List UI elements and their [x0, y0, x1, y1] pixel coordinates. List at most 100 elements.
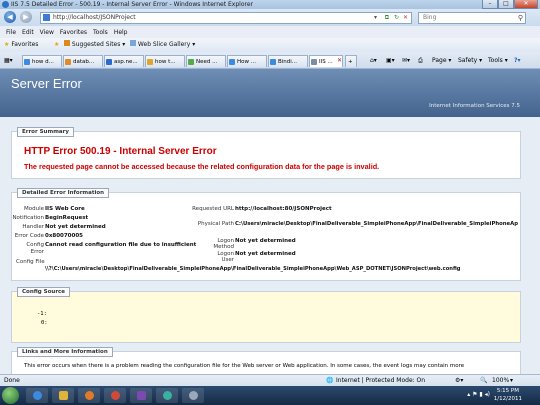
detail-key: Config Error: [26, 242, 44, 255]
address-bar[interactable]: http://localhost/JSONProject ▾ ⧉ ↻ ✕: [40, 12, 412, 24]
detail-value: Cannot read configuration file due to in…: [45, 242, 197, 248]
feeds-icon[interactable]: ▣▾: [386, 55, 395, 67]
detail-key: Config File: [16, 259, 45, 265]
page-menu[interactable]: Page ▾: [432, 55, 451, 67]
detailed-error-legend: Detailed Error Information: [17, 188, 110, 198]
window-title: IIS 7.5 Detailed Error - 500.19 - Intern…: [11, 1, 253, 8]
suggested-sites-icon: [64, 40, 70, 46]
taskbar-app-icon[interactable]: [156, 388, 178, 403]
tools-menu[interactable]: Tools ▾: [488, 55, 508, 67]
detail-key: Notification: [12, 215, 44, 221]
menu-edit[interactable]: Edit: [22, 29, 34, 36]
favorites-button[interactable]: ★ Favorites: [4, 38, 38, 52]
clock-date: 1/12/2011: [493, 396, 522, 402]
source-line: -1:: [37, 311, 47, 317]
detail-key: Module: [24, 206, 44, 212]
page-content: Server Error Internet Information Servic…: [0, 69, 540, 374]
tab-favicon: [311, 59, 317, 65]
tab-favicon: [188, 59, 194, 65]
back-button[interactable]: ◀: [4, 11, 16, 23]
detail-value: BeginRequest: [45, 215, 89, 221]
system-tray-icons[interactable]: ▴ ⚑ ▮ ◂): [467, 391, 490, 398]
minimize-button[interactable]: –: [482, 0, 498, 9]
print-icon[interactable]: ⎙: [418, 55, 423, 67]
search-box[interactable]: Bing ⚲: [418, 12, 526, 24]
tab-label: How ...: [237, 59, 256, 65]
favorites-label: Favorites: [11, 41, 39, 48]
tab-label: IIS ...: [319, 59, 333, 65]
address-url[interactable]: http://localhost/JSONProject: [53, 13, 136, 23]
taskbar-settings-icon[interactable]: [182, 388, 204, 403]
detail-value: C:\Users\miracle\Desktop\FinalDeliverabl…: [235, 221, 518, 227]
tab-3[interactable]: asp.ne...: [104, 55, 144, 67]
tab-row: ▦▾ how d... datab... asp.ne... how t... …: [0, 52, 540, 69]
tab-label: datab...: [73, 59, 95, 65]
error-heading: HTTP Error 500.19 - Internal Server Erro…: [24, 146, 217, 157]
menu-view[interactable]: View: [40, 29, 54, 36]
tab-close-icon[interactable]: ✕: [337, 55, 342, 67]
page-icon: [43, 14, 50, 21]
taskbar-explorer-icon[interactable]: [52, 388, 74, 403]
page-header: Server Error Internet Information Servic…: [0, 69, 540, 117]
tab-label: asp.ne...: [114, 59, 138, 65]
tab-5[interactable]: Need ...: [186, 55, 226, 67]
tab-favicon: [106, 59, 112, 65]
links-legend: Links and More Information: [17, 347, 113, 357]
detail-value: 0x80070005: [45, 233, 83, 239]
taskbar-ie-icon[interactable]: [26, 388, 48, 403]
tab-label: Bindi...: [278, 59, 298, 65]
start-button[interactable]: [2, 387, 19, 404]
detail-value: Not yet determined: [45, 224, 106, 230]
tab-2[interactable]: datab...: [63, 55, 103, 67]
close-button[interactable]: ✕: [514, 0, 538, 9]
detail-key: Logon User: [217, 251, 234, 263]
help-menu[interactable]: ?▾: [514, 55, 521, 67]
menu-file[interactable]: File: [6, 29, 16, 36]
safety-menu[interactable]: Safety ▾: [458, 55, 482, 67]
dropdown-icon[interactable]: ▾: [374, 13, 377, 23]
address-row: ◀ ▶ http://localhost/JSONProject ▾ ⧉ ↻ ✕…: [0, 9, 540, 26]
tab-4[interactable]: how t...: [145, 55, 185, 67]
config-source-legend: Config Source: [17, 287, 71, 297]
taskbar-media-icon[interactable]: [78, 388, 100, 403]
web-slice-label: Web Slice Gallery ▾: [137, 41, 196, 48]
tab-6[interactable]: How ...: [227, 55, 267, 67]
page-title: Server Error: [11, 76, 82, 91]
new-tab-button[interactable]: +: [345, 55, 357, 67]
detail-value: IIS Web Core: [45, 206, 85, 212]
clock-time: 5:15 PM: [496, 388, 519, 394]
links-text: This error occurs when there is a proble…: [24, 363, 465, 369]
search-input[interactable]: Bing: [423, 13, 436, 23]
iis-version: Internet Information Services 7.5: [429, 103, 520, 109]
detail-key: Requested URL: [192, 206, 234, 212]
web-slice-gallery-link[interactable]: Web Slice Gallery ▾: [130, 38, 195, 52]
error-summary-legend: Error Summary: [17, 127, 74, 137]
detail-value: \\?\C:\Users\miracle\Desktop\FinalDelive…: [45, 266, 461, 272]
suggested-sites-label: Suggested Sites ▾: [71, 41, 126, 48]
suggested-sites-link[interactable]: Suggested Sites ▾: [64, 38, 125, 52]
tab-label: how d...: [32, 59, 54, 65]
stop-icon[interactable]: ✕: [403, 13, 408, 23]
taskbar-chrome-icon[interactable]: [104, 388, 126, 403]
mail-icon[interactable]: ✉▾: [402, 55, 410, 67]
menu-favorites[interactable]: Favorites: [60, 29, 87, 36]
search-icon[interactable]: ⚲: [518, 13, 523, 23]
quick-tabs-icon[interactable]: ▦▾: [4, 55, 13, 67]
clock[interactable]: 5:15 PM 1/12/2011: [494, 387, 522, 403]
links-box: Links and More Information This error oc…: [11, 347, 521, 374]
forward-button[interactable]: ▶: [20, 11, 32, 23]
menu-help[interactable]: Help: [114, 29, 128, 36]
compat-view-icon[interactable]: ⧉: [385, 13, 389, 23]
add-favorite-icon[interactable]: ★: [54, 38, 59, 52]
detail-key: Handler: [22, 224, 44, 230]
home-icon[interactable]: ⌂▾: [370, 55, 377, 67]
tab-1[interactable]: how d...: [22, 55, 62, 67]
tab-favicon: [229, 59, 235, 65]
tab-favicon: [147, 59, 153, 65]
tab-favicon: [65, 59, 71, 65]
menu-tools[interactable]: Tools: [93, 29, 108, 36]
tab-7[interactable]: Bindi...: [268, 55, 308, 67]
taskbar-vs-icon[interactable]: [130, 388, 152, 403]
maximize-button[interactable]: □: [498, 0, 514, 9]
refresh-icon[interactable]: ↻: [394, 13, 399, 23]
